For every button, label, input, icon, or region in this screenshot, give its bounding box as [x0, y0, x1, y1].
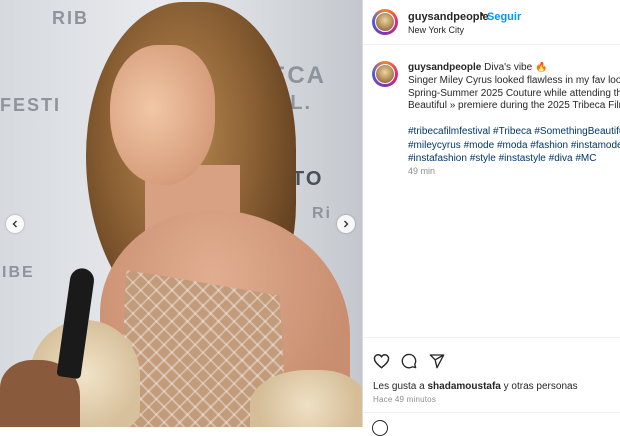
action-bar	[372, 352, 446, 372]
caption-username[interactable]: guysandpeople	[408, 62, 481, 73]
hashtag-link[interactable]: #diva	[549, 153, 573, 164]
caption-line: Beautiful » premiere during the 2025 Tri…	[408, 100, 620, 112]
caption: guysandpeople Diva's vibe 🔥 Singer Miley…	[408, 62, 620, 113]
hashtag-link[interactable]: #moda	[497, 140, 528, 151]
hashtag-link[interactable]: #SomethingBeautiful	[534, 126, 620, 137]
header-username[interactable]: guysandpeople	[408, 11, 489, 23]
wall-text: TO	[292, 168, 324, 190]
hashtag-link[interactable]: #tribecafilmfestival	[408, 126, 490, 137]
liker-username[interactable]: shadamoustafa	[428, 381, 501, 392]
heart-icon[interactable]	[372, 352, 390, 370]
separator-dot: •	[480, 9, 484, 21]
emoji-icon[interactable]	[372, 420, 388, 436]
hashtags: #tribecafilmfestival #Tribeca #Something…	[408, 125, 620, 166]
divider	[363, 337, 620, 338]
wall-text: IBE	[2, 264, 35, 281]
likes-summary[interactable]: Les gusta a shadamoustafa y otras person…	[373, 381, 578, 392]
send-icon[interactable]	[428, 352, 446, 370]
post-header: guysandpeople • Seguir New York City	[363, 0, 620, 44]
caption-time: 49 min	[408, 166, 436, 176]
location-link[interactable]: New York City	[408, 25, 464, 35]
photo-face	[110, 45, 215, 185]
divider	[363, 412, 620, 413]
hashtag-link[interactable]: #instamode	[571, 140, 620, 151]
post-timestamp: Hace 49 minutos	[373, 395, 437, 404]
likes-suffix[interactable]: y otras personas	[504, 381, 578, 392]
chevron-right-icon[interactable]	[337, 215, 355, 233]
post-photo[interactable]: RIB BECA VAL. FESTI TO Ri IBE	[0, 0, 362, 427]
avatar[interactable]	[372, 9, 398, 35]
caption-line: Singer Miley Cyrus looked flawless in my…	[408, 74, 620, 86]
wall-text: FESTI	[0, 95, 62, 115]
hashtag-link[interactable]: #mileycyrus	[408, 140, 461, 151]
hashtag-link[interactable]: #Tribeca	[493, 126, 532, 137]
wall-text: RIB	[52, 8, 89, 28]
hashtag-link[interactable]: #mode	[464, 140, 495, 151]
hashtag-link[interactable]: #style	[470, 153, 496, 164]
chevron-left-icon[interactable]	[6, 215, 24, 233]
likes-prefix: Les gusta a	[373, 381, 425, 392]
fire-emoji: 🔥	[534, 62, 548, 73]
divider	[363, 44, 620, 45]
comment-icon[interactable]	[400, 352, 418, 370]
wall-text: Ri	[312, 205, 332, 222]
post-side-panel: guysandpeople • Seguir New York City guy…	[363, 0, 620, 436]
caption-line: Spring-Summer 2025 Couture while attendi…	[408, 87, 620, 99]
hashtag-link[interactable]: #instastyle	[499, 153, 546, 164]
caption-avatar[interactable]	[372, 61, 398, 87]
hashtag-link[interactable]: #fashion	[530, 140, 568, 151]
caption-title: Diva's vibe	[484, 62, 533, 73]
hashtag-link[interactable]: #MC	[575, 153, 596, 164]
follow-button[interactable]: Seguir	[487, 11, 521, 23]
hashtag-link[interactable]: #instafashion	[408, 153, 467, 164]
